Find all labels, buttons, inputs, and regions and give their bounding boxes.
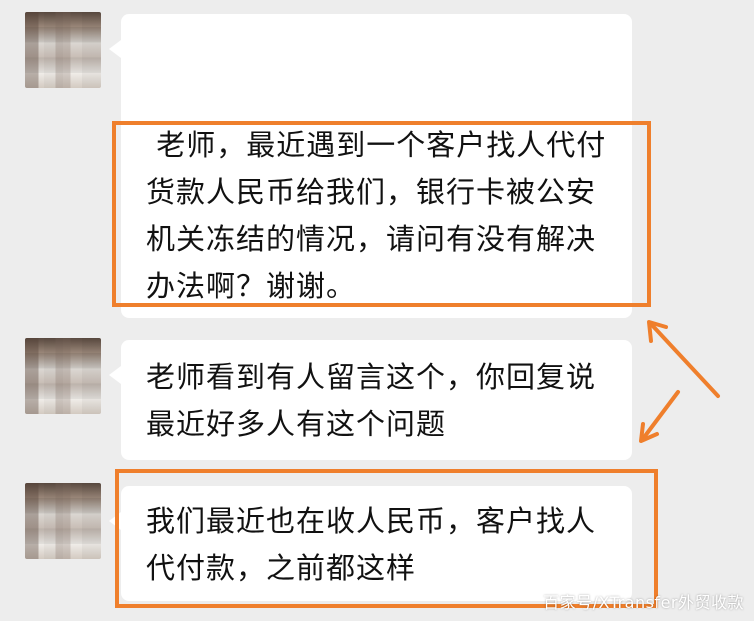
- chat-bubble: 我们最近也在收人民币，客户找人 代付款，之前都这样: [109, 486, 632, 601]
- chat-bubble: 老师，最近遇到一个客户找人代付 货款人民币给我们，银行卡被公安 机关冻结的情况，…: [109, 14, 632, 318]
- avatar[interactable]: [25, 12, 101, 88]
- message-text: 我们最近也在收人民币，客户找人 代付款，之前都这样: [146, 504, 597, 585]
- arrowhead-up: [647, 320, 668, 343]
- avatar[interactable]: [25, 338, 101, 414]
- arrow-line-down: [640, 390, 680, 442]
- chat-bubble: 老师看到有人留言这个，你回复说 最近好多人有这个问题: [109, 340, 632, 460]
- message-text: 老师，最近遇到一个客户找人代付 货款人民币给我们，银行卡被公安 机关冻结的情况，…: [146, 128, 607, 303]
- watermark: 百家号/XTransfer外贸收款: [543, 593, 744, 612]
- message-text: 老师看到有人留言这个，你回复说 最近好多人有这个问题: [146, 360, 597, 441]
- avatar[interactable]: [25, 483, 101, 559]
- arrow-line-up: [649, 322, 720, 398]
- arrowhead-down: [639, 422, 659, 443]
